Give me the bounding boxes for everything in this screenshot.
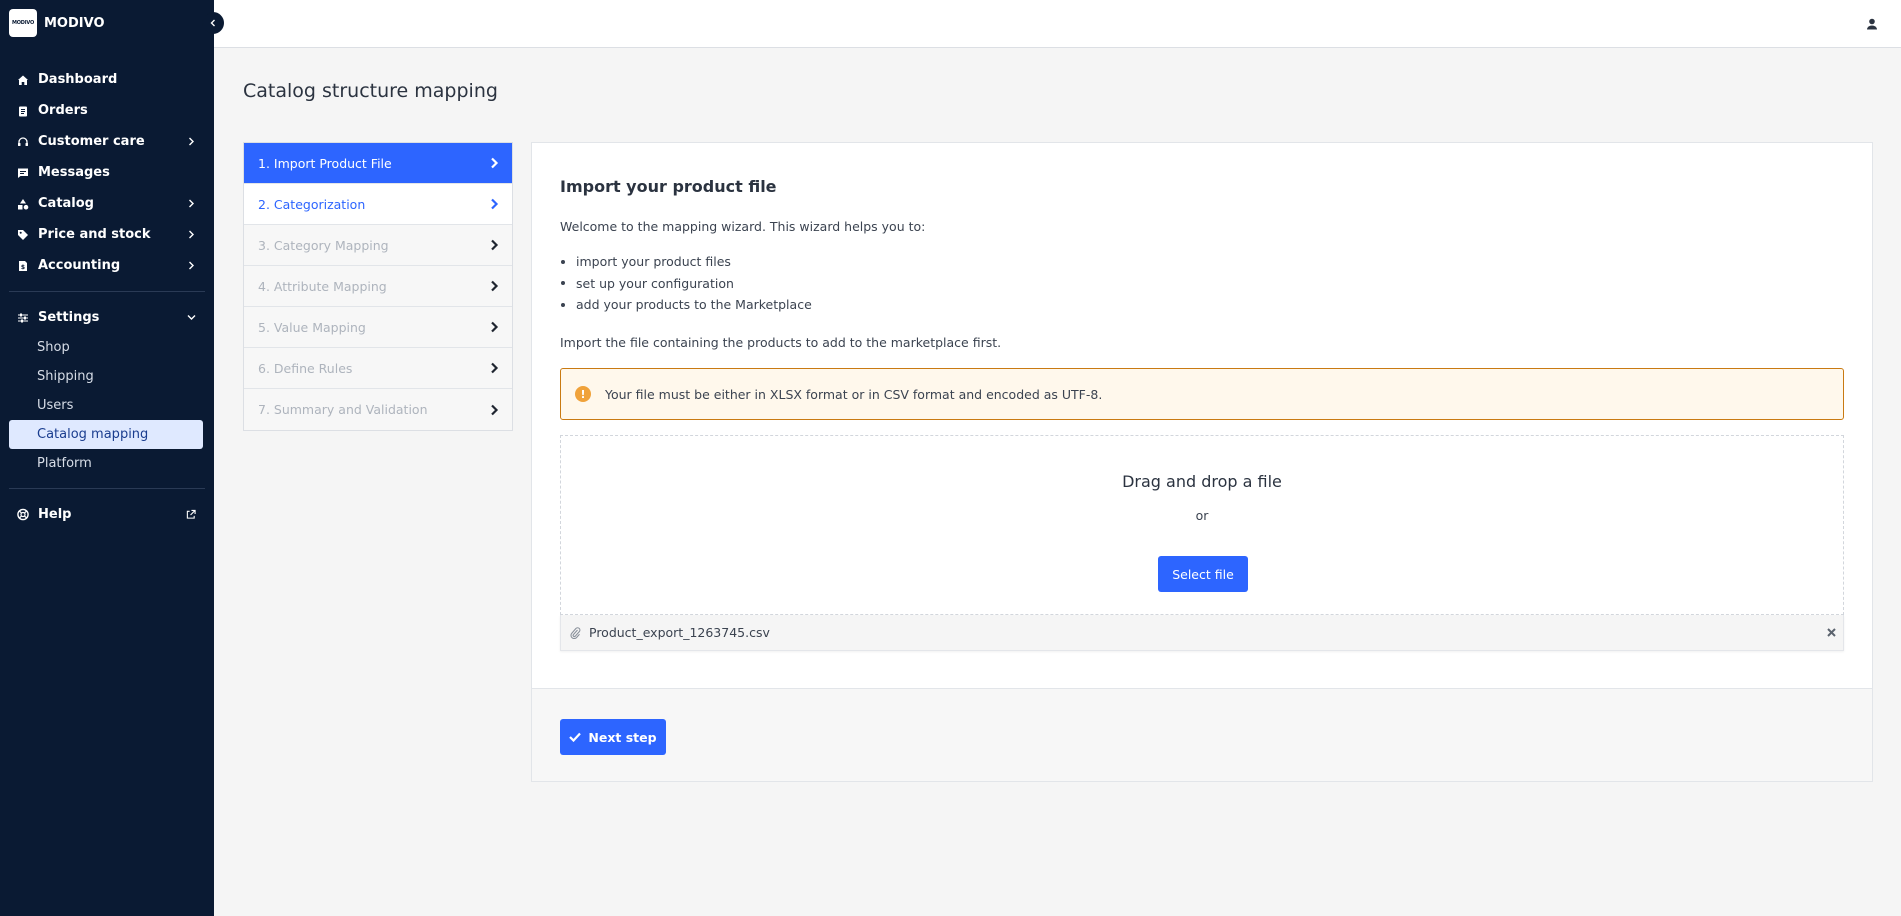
file-name: Product_export_1263745.csv — [589, 625, 770, 640]
chevron-right-icon — [489, 157, 499, 169]
chevron-right-icon — [186, 199, 196, 209]
card-title: Import your product file — [560, 177, 777, 196]
chevron-right-icon — [489, 362, 499, 374]
sidebar: MODIVO MODIVO Dashboard Orders Customer … — [0, 0, 224, 916]
chevron-right-icon — [186, 230, 196, 240]
list-item: import your product files — [560, 251, 812, 273]
home-icon — [17, 74, 29, 86]
sidebar-item-customer-care[interactable]: Customer care — [0, 126, 214, 157]
next-step-button[interactable]: Next step — [560, 719, 666, 755]
alert-text: Your file must be either in XLSX format … — [605, 386, 1103, 402]
sidebar-subitem-catalog-mapping[interactable]: Catalog mapping — [9, 420, 203, 449]
intro-text: Welcome to the mapping wizard. This wiza… — [560, 219, 926, 234]
uploaded-file: Product_export_1263745.csv — [560, 615, 1844, 651]
format-warning-alert: ! Your file must be either in XLSX forma… — [560, 368, 1844, 420]
external-link-icon — [186, 509, 196, 520]
invoice-icon: $ — [17, 260, 29, 272]
sidebar-item-label: Dashboard — [38, 72, 118, 87]
step-import-product-file[interactable]: 1. Import Product File — [244, 143, 512, 184]
sidebar-item-dashboard[interactable]: Dashboard — [0, 64, 214, 95]
brand-name: MODIVO — [44, 15, 105, 31]
sidebar-item-label: Customer care — [38, 134, 145, 149]
brand-logo[interactable]: MODIVO — [9, 9, 37, 37]
chevron-left-icon — [210, 19, 215, 27]
sidebar-item-label: Settings — [38, 310, 100, 325]
sidebar-item-help[interactable]: Help — [0, 499, 214, 530]
sidebar-item-label: Messages — [38, 165, 110, 180]
chevron-right-icon — [186, 261, 196, 271]
step-label: 4. Attribute Mapping — [258, 278, 387, 294]
sidebar-subitem-shipping[interactable]: Shipping — [0, 362, 214, 391]
chevron-down-icon — [186, 313, 196, 323]
step-value-mapping[interactable]: 5. Value Mapping — [244, 307, 512, 348]
sidebar-nav: Dashboard Orders Customer care Messages … — [0, 64, 214, 530]
sidebar-subitem-shop[interactable]: Shop — [0, 333, 214, 362]
step-label: 1. Import Product File — [258, 155, 392, 171]
topbar — [214, 0, 1901, 48]
tag-icon — [17, 229, 29, 241]
sidebar-item-label: Price and stock — [38, 227, 151, 242]
sidebar-item-price-and-stock[interactable]: Price and stock — [0, 219, 214, 250]
chat-icon — [17, 167, 29, 179]
file-dropzone[interactable]: Drag and drop a file or Select file — [560, 435, 1844, 615]
logo-text: MODIVO — [11, 20, 35, 26]
step-label: 7. Summary and Validation — [258, 402, 428, 417]
clipboard-icon — [17, 105, 29, 117]
warning-icon: ! — [575, 386, 591, 402]
sidebar-item-accounting[interactable]: $ Accounting — [0, 250, 214, 281]
feature-list: import your product files set up your co… — [560, 251, 812, 316]
svg-text:$: $ — [21, 264, 25, 271]
sidebar-item-orders[interactable]: Orders — [0, 95, 214, 126]
sidebar-item-catalog[interactable]: Catalog — [0, 188, 214, 219]
step-category-mapping[interactable]: 3. Category Mapping — [244, 225, 512, 266]
import-instruction: Import the file containing the products … — [560, 335, 1002, 350]
list-item: add your products to the Marketplace — [560, 294, 812, 316]
chevron-right-icon — [489, 198, 499, 210]
step-label: 5. Value Mapping — [258, 319, 366, 335]
step-define-rules[interactable]: 6. Define Rules — [244, 348, 512, 389]
shapes-icon — [17, 198, 29, 210]
sidebar-subitem-platform[interactable]: Platform — [0, 449, 214, 478]
headset-icon — [17, 136, 29, 148]
check-icon — [569, 731, 582, 743]
dropzone-or: or — [1195, 508, 1209, 523]
step-label: 3. Category Mapping — [258, 237, 389, 253]
paperclip-icon — [569, 626, 581, 639]
collapse-sidebar-button[interactable] — [202, 12, 224, 34]
step-label: 6. Define Rules — [258, 360, 353, 376]
sliders-icon — [17, 312, 29, 324]
wizard-steps: 1. Import Product File 2. Categorization… — [243, 142, 513, 431]
sidebar-item-label: Catalog — [38, 196, 94, 211]
sidebar-item-label: Help — [38, 507, 72, 522]
sidebar-item-settings[interactable]: Settings — [0, 302, 214, 333]
lifebuoy-icon — [17, 508, 29, 521]
chevron-right-icon — [489, 321, 499, 333]
sidebar-item-label: Accounting — [38, 258, 121, 273]
page-title: Catalog structure mapping — [243, 80, 498, 102]
import-card: Import your product file Welcome to the … — [531, 142, 1873, 782]
step-label: 2. Categorization — [258, 196, 366, 212]
sidebar-item-label: Orders — [38, 103, 88, 118]
card-footer: Next step — [532, 688, 1872, 781]
chevron-right-icon — [489, 239, 499, 251]
select-file-button[interactable]: Select file — [1158, 556, 1248, 592]
sidebar-subitem-users[interactable]: Users — [0, 391, 214, 420]
list-item: set up your configuration — [560, 273, 812, 295]
chevron-right-icon — [489, 280, 499, 292]
sidebar-item-messages[interactable]: Messages — [0, 157, 214, 188]
sidebar-divider — [9, 488, 205, 489]
sidebar-divider — [9, 291, 205, 292]
dropzone-title: Drag and drop a file — [1122, 472, 1282, 491]
next-step-label: Next step — [588, 729, 657, 745]
brand: MODIVO MODIVO — [0, 0, 224, 46]
remove-file-icon[interactable] — [1825, 627, 1837, 639]
step-summary-and-validation[interactable]: 7. Summary and Validation — [244, 389, 512, 430]
step-attribute-mapping[interactable]: 4. Attribute Mapping — [244, 266, 512, 307]
step-categorization[interactable]: 2. Categorization — [244, 184, 512, 225]
chevron-right-icon — [186, 137, 196, 147]
user-account-icon[interactable] — [1865, 16, 1879, 30]
chevron-right-icon — [489, 404, 499, 416]
